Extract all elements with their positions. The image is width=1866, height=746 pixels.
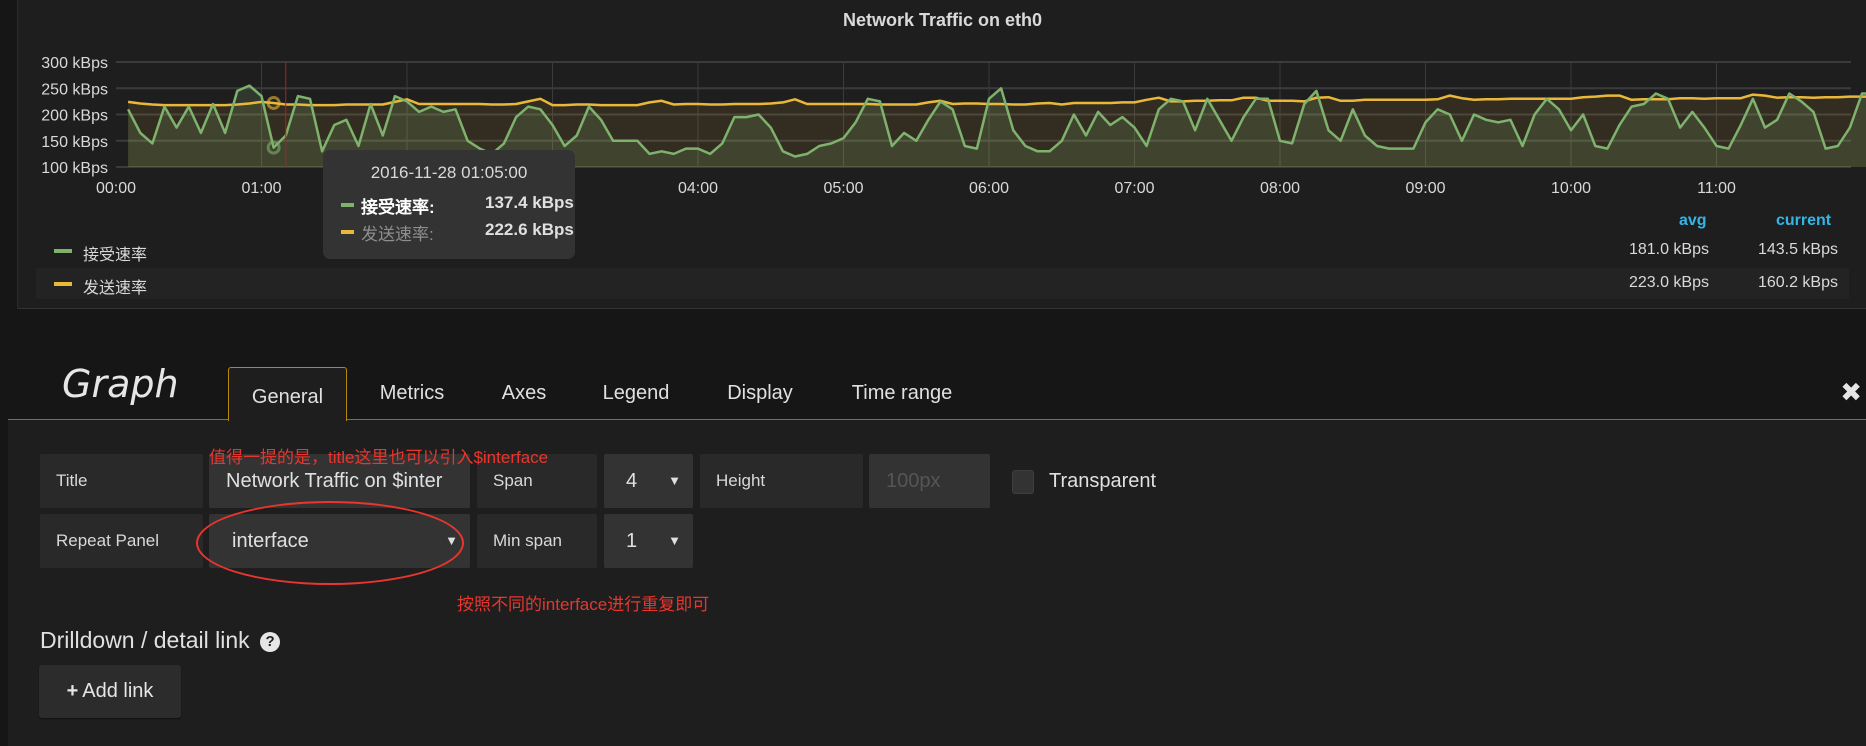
x-tick-label: 04:00	[678, 180, 718, 197]
tooltip-series-value: 222.6 kBps	[485, 220, 574, 239]
tooltip-series-value: 137.4 kBps	[485, 193, 574, 212]
span-value: 4	[626, 470, 638, 492]
legend-header-avg[interactable]: avg	[1679, 212, 1707, 230]
add-link-label: Add link	[82, 680, 154, 702]
legend-label[interactable]: 发送速率	[83, 274, 147, 298]
legend-swatch	[54, 282, 72, 286]
legend-item[interactable]: 发送速率 223.0 kBps 160.2 kBps	[36, 268, 1849, 299]
tooltip-series-name: 发送速率:	[361, 225, 434, 244]
network-traffic-chart[interactable]: 100 kBps 150 kBps 200 kBps 250 kBps 300 kBps…	[0, 0, 1866, 200]
tooltip-swatch	[341, 230, 354, 234]
caret-down-icon: ▼	[668, 533, 681, 548]
tab-metrics[interactable]: Metrics	[366, 368, 458, 419]
x-tick-label: 05:00	[823, 180, 863, 197]
x-tick-label: 06:00	[969, 180, 1009, 197]
y-tick-label: 250 kBps	[41, 81, 108, 98]
add-link-button[interactable]: + Add link	[39, 665, 181, 718]
min-span-label: Min span	[477, 514, 597, 568]
x-tick-label: 10:00	[1551, 180, 1591, 197]
legend-current-value: 160.2 kBps	[1757, 274, 1838, 291]
close-icon[interactable]: ✖	[1840, 377, 1862, 408]
legend-avg-value: 181.0 kBps	[1628, 241, 1709, 258]
editor-title: Graph	[62, 362, 179, 406]
tab-time-range[interactable]: Time range	[840, 368, 964, 419]
legend-header-current[interactable]: current	[1776, 212, 1831, 230]
x-tick-label: 08:00	[1260, 180, 1300, 197]
drilldown-heading: Drilldown / detail link ?	[40, 627, 281, 654]
y-tick-label: 150 kBps	[41, 134, 108, 151]
help-icon[interactable]: ?	[260, 632, 281, 652]
y-tick-label: 200 kBps	[41, 108, 108, 125]
drilldown-title: Drilldown / detail link	[40, 627, 250, 653]
tab-legend[interactable]: Legend	[590, 368, 682, 419]
y-tick-label: 300 kBps	[41, 55, 108, 72]
caret-down-icon: ▼	[668, 473, 681, 488]
annotation-ellipse	[196, 501, 464, 585]
legend-item[interactable]: 接受速率 181.0 kBps 143.5 kBps	[36, 235, 1849, 266]
transparent-label[interactable]: Transparent	[1049, 470, 1156, 493]
min-span-value: 1	[626, 530, 638, 552]
plus-icon: +	[66, 680, 79, 702]
x-tick-label: 00:00	[96, 180, 136, 197]
x-tick-label: 11:00	[1697, 180, 1736, 197]
x-tick-label: 01:00	[241, 180, 281, 197]
repeat-panel-label: Repeat Panel	[40, 514, 203, 568]
tab-general[interactable]: General	[228, 367, 347, 421]
y-tick-label: 100 kBps	[41, 160, 108, 177]
tab-axes[interactable]: Axes	[484, 368, 564, 419]
height-label: Height	[700, 454, 863, 508]
legend-avg-value: 223.0 kBps	[1628, 274, 1709, 291]
tooltip-series-name: 接受速率:	[361, 198, 435, 217]
transparent-checkbox[interactable]	[1012, 470, 1034, 494]
legend-current-value: 143.5 kBps	[1757, 241, 1838, 258]
hover-tooltip: 2016-11-28 01:05:00 接受速率: 137.4 kBps 发送速…	[323, 150, 575, 259]
tooltip-swatch	[341, 203, 354, 207]
min-span-select[interactable]: 1 ▼	[604, 514, 693, 568]
annotation-repeat-note: 按照不同的interface进行重复即可	[457, 595, 710, 614]
tab-display[interactable]: Display	[710, 368, 810, 419]
legend-swatch	[54, 249, 72, 253]
annotation-title-note: 值得一提的是，title这里也可以引入$interface	[209, 448, 549, 467]
x-tick-label: 07:00	[1114, 180, 1154, 197]
span-select[interactable]: 4 ▼	[604, 454, 693, 508]
legend-label[interactable]: 接受速率	[83, 241, 147, 265]
height-input[interactable]: 100px	[869, 454, 990, 508]
x-tick-label: 09:00	[1405, 180, 1445, 197]
tooltip-time: 2016-11-28 01:05:00	[370, 163, 528, 182]
title-label: Title	[40, 454, 203, 508]
